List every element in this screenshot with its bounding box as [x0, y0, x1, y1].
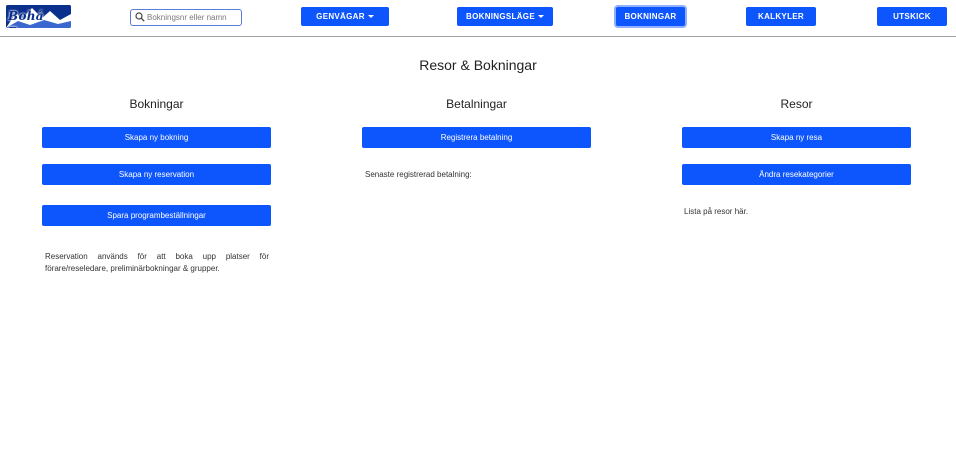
nav-bokningar-button[interactable]: BOKNINGAR	[616, 7, 685, 26]
nav-bokningar-label: BOKNINGAR	[624, 12, 677, 21]
search-icon	[135, 12, 145, 22]
edit-trip-categories-button[interactable]: Ändra resekategorier	[682, 164, 911, 185]
nav-genvagar-label: GENVÄGAR	[316, 12, 365, 21]
save-program-orders-button[interactable]: Spara programbeställningar	[42, 205, 271, 226]
trip-list-placeholder: Lista på resor här.	[684, 207, 749, 216]
register-payment-button[interactable]: Registrera betalning	[362, 127, 591, 148]
nav-bokningslage-label: BOKNINGSLÄGE	[466, 12, 535, 21]
payments-heading: Betalningar	[446, 97, 507, 111]
nav-utskick-label: UTSKICK	[893, 12, 931, 21]
company-logo[interactable]: Bohá Resor	[6, 5, 71, 28]
caret-down-icon	[367, 15, 374, 18]
page-title: Resor & Bokningar	[419, 57, 537, 73]
nav-kalkyler-button[interactable]: KALKYLER	[746, 7, 816, 26]
nav-genvagar-dropdown[interactable]: GENVÄGAR	[301, 7, 389, 26]
search-box[interactable]	[130, 9, 242, 26]
trips-heading: Resor	[780, 97, 813, 111]
caret-down-icon	[537, 15, 544, 18]
bookings-heading: Bokningar	[129, 97, 184, 111]
create-trip-button[interactable]: Skapa ny resa	[682, 127, 911, 148]
nav-bokningslage-dropdown[interactable]: BOKNINGSLÄGE	[457, 7, 553, 26]
create-booking-button[interactable]: Skapa ny bokning	[42, 127, 271, 148]
latest-payment-label: Senaste registrerad betalning:	[365, 170, 472, 179]
nav-utskick-button[interactable]: UTSKICK	[877, 7, 947, 26]
reservation-note: Reservation används för att boka upp pla…	[45, 252, 269, 273]
create-reservation-button[interactable]: Skapa ny reservation	[42, 164, 271, 185]
logo-text: Bohá Resor	[8, 9, 48, 28]
top-navbar: Bohá Resor GENVÄGAR BOKNINGSLÄGE BOKNING…	[0, 0, 956, 37]
nav-kalkyler-label: KALKYLER	[758, 12, 804, 21]
search-input[interactable]	[147, 10, 239, 25]
